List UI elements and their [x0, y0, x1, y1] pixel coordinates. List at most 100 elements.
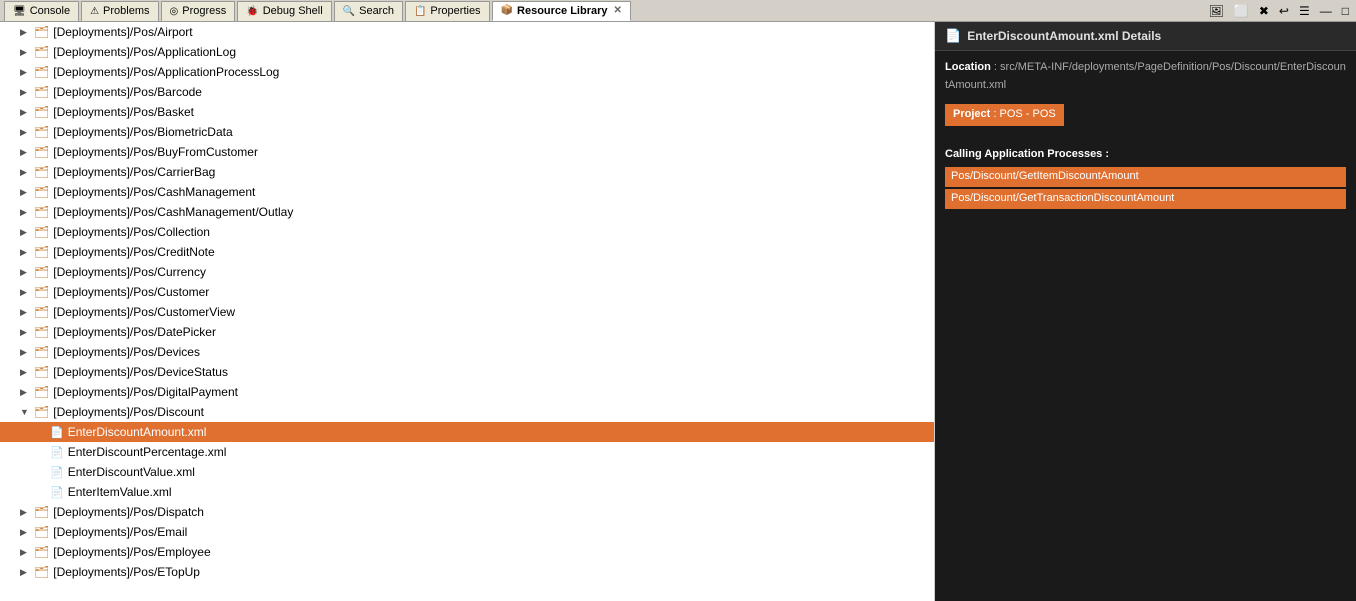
list-item[interactable]: ▶ 🗂 [Deployments]/Pos/DeviceStatus — [0, 362, 934, 382]
tree-arrow: ▶ — [20, 227, 34, 238]
folder-icon: 🗂 — [34, 385, 49, 399]
file-icon: 📄 — [50, 486, 64, 499]
list-item[interactable]: ▶ 🗂 [Deployments]/Pos/CashManagement — [0, 182, 934, 202]
tab-progress[interactable]: ◎ Progress — [161, 1, 236, 21]
list-item[interactable]: ▶ 🗂 [Deployments]/Pos/Employee — [0, 542, 934, 562]
tree-item-label: [Deployments]/Pos/BuyFromCustomer — [53, 145, 258, 159]
toolbar-btn-3[interactable]: ✖ — [1256, 3, 1272, 19]
tree-item-label: EnterDiscountAmount.xml — [68, 425, 207, 439]
tree-item-label: [Deployments]/Pos/CarrierBag — [53, 165, 215, 179]
project-label: Project — [953, 108, 990, 120]
list-item[interactable]: ▶ 🗂 [Deployments]/Pos/ApplicationLog — [0, 42, 934, 62]
folder-icon: 🗂 — [34, 285, 49, 299]
tree-item-label: [Deployments]/Pos/CustomerView — [53, 305, 235, 319]
list-item[interactable]: ▶ 🗂 [Deployments]/Pos/Airport — [0, 22, 934, 42]
tree-item-label: EnterDiscountValue.xml — [68, 465, 195, 479]
tree-item-label: [Deployments]/Pos/ETopUp — [53, 565, 200, 579]
folder-icon: 🗂 — [34, 105, 49, 119]
tree-arrow: ▶ — [20, 67, 34, 78]
tree-arrow: ▶ — [20, 307, 34, 318]
tab-search[interactable]: 🔍 Search — [334, 1, 403, 21]
list-item[interactable]: ▶ 🗂 [Deployments]/Pos/CarrierBag — [0, 162, 934, 182]
list-item[interactable]: ▶ 🗂 [Deployments]/Pos/Devices — [0, 342, 934, 362]
list-item[interactable]: ▶ 🗂 [Deployments]/Pos/Currency — [0, 262, 934, 282]
toolbar-btn-maximize[interactable]: □ — [1339, 3, 1352, 19]
calling-item-1: Pos/Discount/GetItemDiscountAmount — [945, 167, 1346, 187]
tab-debug[interactable]: 🐞 Debug Shell — [237, 1, 331, 21]
tab-close-button[interactable]: ✕ — [614, 5, 622, 16]
console-icon: 🖥 — [13, 6, 26, 17]
list-item[interactable]: ▶ 🗂 [Deployments]/Pos/ApplicationProcess… — [0, 62, 934, 82]
folder-icon: 🗂 — [34, 85, 49, 99]
list-item[interactable]: ▶ 🗂 [Deployments]/Pos/Dispatch — [0, 502, 934, 522]
tab-console[interactable]: 🖥 Console — [4, 1, 79, 21]
list-item-enter-discount-amount[interactable]: 📄 EnterDiscountAmount.xml — [0, 422, 934, 442]
problems-icon: ⚠ — [90, 6, 99, 17]
list-item[interactable]: 📄 EnterDiscountValue.xml — [0, 462, 934, 482]
tab-properties[interactable]: 📋 Properties — [405, 1, 490, 21]
folder-icon: 🗂 — [34, 525, 49, 539]
tree-arrow: ▶ — [20, 187, 34, 198]
toolbar-btn-minimize[interactable]: — — [1317, 3, 1335, 19]
tree-arrow: ▶ — [20, 387, 34, 398]
toolbar-btn-4[interactable]: ↩ — [1276, 3, 1292, 19]
details-header: 📄 EnterDiscountAmount.xml Details — [935, 22, 1356, 51]
list-item[interactable]: ▶ 🗂 [Deployments]/Pos/DatePicker — [0, 322, 934, 342]
folder-icon: 🗂 — [34, 405, 49, 419]
location-label: Location — [945, 61, 991, 73]
tree-arrow: ▶ — [20, 47, 34, 58]
tree-item-label: [Deployments]/Pos/Devices — [53, 345, 200, 359]
list-item-discount-folder[interactable]: ▼ 🗂 [Deployments]/Pos/Discount — [0, 402, 934, 422]
details-panel: 📄 EnterDiscountAmount.xml Details Locati… — [935, 22, 1356, 601]
list-item[interactable]: 📄 EnterItemValue.xml — [0, 482, 934, 502]
location-value: src/META-INF/deployments/PageDefinition/… — [945, 61, 1346, 91]
folder-icon: 🗂 — [34, 325, 49, 339]
list-item[interactable]: ▶ 🗂 [Deployments]/Pos/Collection — [0, 222, 934, 242]
tree-item-label: [Deployments]/Pos/CashManagement — [53, 185, 255, 199]
tree-arrow: ▶ — [20, 167, 34, 178]
tab-properties-label: Properties — [430, 5, 480, 17]
tree-item-label: [Deployments]/Pos/Currency — [53, 265, 206, 279]
tab-console-label: Console — [30, 5, 70, 17]
folder-icon: 🗂 — [34, 165, 49, 179]
details-content: Location : src/META-INF/deployments/Page… — [935, 51, 1356, 219]
list-item[interactable]: ▶ 🗂 [Deployments]/Pos/Email — [0, 522, 934, 542]
list-item[interactable]: ▶ 🗂 [Deployments]/Pos/Basket — [0, 102, 934, 122]
list-item[interactable]: ▶ 🗂 [Deployments]/Pos/BuyFromCustomer — [0, 142, 934, 162]
list-item[interactable]: ▶ 🗂 [Deployments]/Pos/DigitalPayment — [0, 382, 934, 402]
search-icon: 🔍 — [343, 6, 355, 17]
tab-resource-library-label: Resource Library — [517, 5, 607, 17]
tree-arrow: ▶ — [20, 567, 34, 578]
list-item[interactable]: ▶ 🗂 [Deployments]/Pos/CustomerView — [0, 302, 934, 322]
tree-arrow: ▶ — [20, 127, 34, 138]
tab-resource-library[interactable]: 📦 Resource Library ✕ — [492, 1, 631, 21]
folder-icon: 🗂 — [34, 25, 49, 39]
list-item[interactable]: 📄 EnterDiscountPercentage.xml — [0, 442, 934, 462]
tab-bar: 🖥 Console ⚠ Problems ◎ Progress 🐞 Debug … — [0, 0, 1356, 22]
details-title: EnterDiscountAmount.xml Details — [967, 29, 1161, 43]
list-item[interactable]: ▶ 🗂 [Deployments]/Pos/ETopUp — [0, 562, 934, 582]
folder-icon: 🗂 — [34, 565, 49, 579]
list-item[interactable]: ▶ 🗂 [Deployments]/Pos/Customer — [0, 282, 934, 302]
list-item[interactable]: ▶ 🗂 [Deployments]/Pos/CreditNote — [0, 242, 934, 262]
toolbar-btn-5[interactable]: ☰ — [1296, 3, 1313, 19]
file-icon: 📄 — [50, 426, 64, 439]
details-file-icon: 📄 — [945, 28, 961, 44]
list-item[interactable]: ▶ 🗂 [Deployments]/Pos/Barcode — [0, 82, 934, 102]
list-item[interactable]: ▶ 🗂 [Deployments]/Pos/CashManagement/Out… — [0, 202, 934, 222]
tree-item-label: [Deployments]/Pos/Airport — [53, 25, 192, 39]
project-value: POS - POS — [999, 108, 1055, 120]
toolbar-btn-1[interactable]: 🖼 — [1206, 3, 1227, 19]
folder-icon: 🗂 — [34, 225, 49, 239]
folder-icon: 🗂 — [34, 45, 49, 59]
tree-panel[interactable]: ▶ 🗂 [Deployments]/Pos/Airport ▶ 🗂 [Deplo… — [0, 22, 935, 601]
tab-problems[interactable]: ⚠ Problems — [81, 1, 158, 21]
project-badge: Project : POS - POS — [945, 104, 1064, 126]
tree-arrow: ▶ — [20, 107, 34, 118]
tab-search-label: Search — [359, 5, 394, 17]
folder-icon: 🗂 — [34, 145, 49, 159]
tree-item-label: [Deployments]/Pos/Employee — [53, 545, 210, 559]
toolbar-btn-2[interactable]: ⬜ — [1231, 3, 1252, 19]
tree-arrow: ▶ — [20, 327, 34, 338]
list-item[interactable]: ▶ 🗂 [Deployments]/Pos/BiometricData — [0, 122, 934, 142]
